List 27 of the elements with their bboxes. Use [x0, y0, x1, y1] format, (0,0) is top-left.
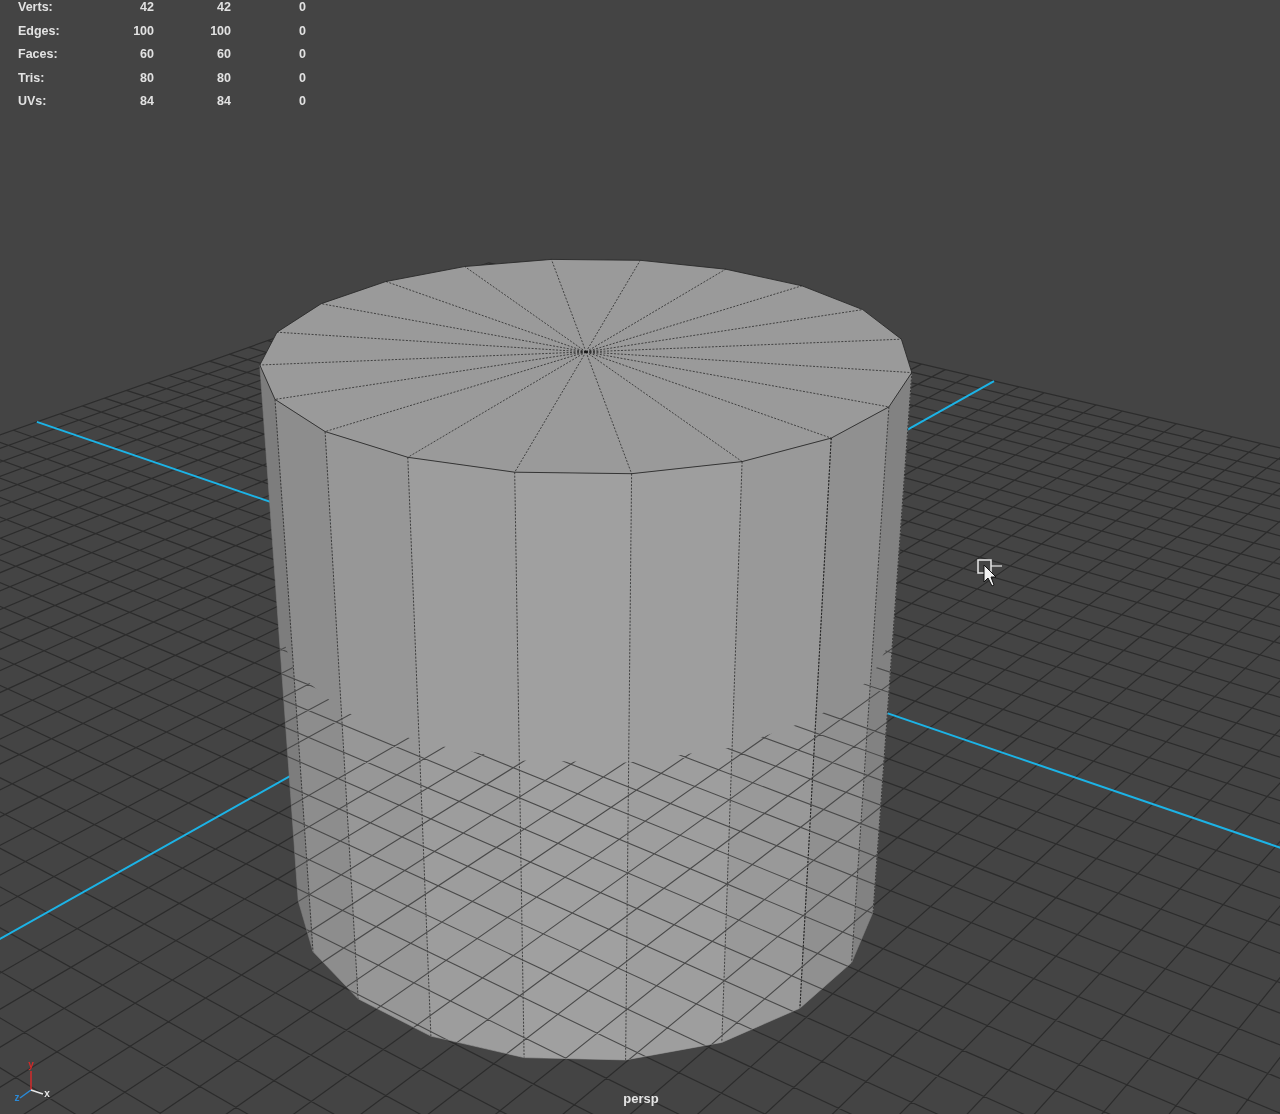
hud-value: 0 [299, 46, 306, 63]
hud-value: 0 [299, 22, 306, 40]
hud-value: 80 [217, 69, 231, 87]
hud-label: Verts: [18, 0, 53, 16]
camera-label: persp [623, 1091, 659, 1106]
pointer-cursor-icon [977, 559, 1003, 587]
hud-value: 80 [140, 69, 154, 87]
axis-label: y [28, 1059, 34, 1070]
axis-label: x [44, 1088, 50, 1099]
hud-value: 0 [299, 69, 306, 87]
hud-value: 0 [299, 93, 306, 110]
hud-value: 84 [140, 93, 154, 110]
hud-value: 84 [217, 93, 231, 110]
hud-label: Edges: [18, 22, 60, 40]
axis-gizmo-icon [19, 1070, 44, 1099]
viewport-canvas[interactable]: Verts: 42 42 0 Edges: 100 100 0 Faces: 60 60 0 Tris: 80 80 0 UVs: 84 84 0 y z x persp [0, 0, 1280, 1114]
hud-value: 60 [140, 46, 154, 63]
hud-value: 60 [217, 46, 231, 63]
hud-value: 42 [140, 0, 154, 16]
hud-value: 42 [217, 0, 231, 16]
axis-label: z [14, 1092, 20, 1103]
hud-value: 100 [210, 22, 231, 40]
hud-value: 0 [299, 0, 306, 16]
hud-value: 100 [133, 22, 154, 40]
hud-label: UVs: [18, 93, 47, 110]
hud-label: Tris: [18, 69, 45, 87]
hud-label: Faces: [18, 46, 58, 63]
